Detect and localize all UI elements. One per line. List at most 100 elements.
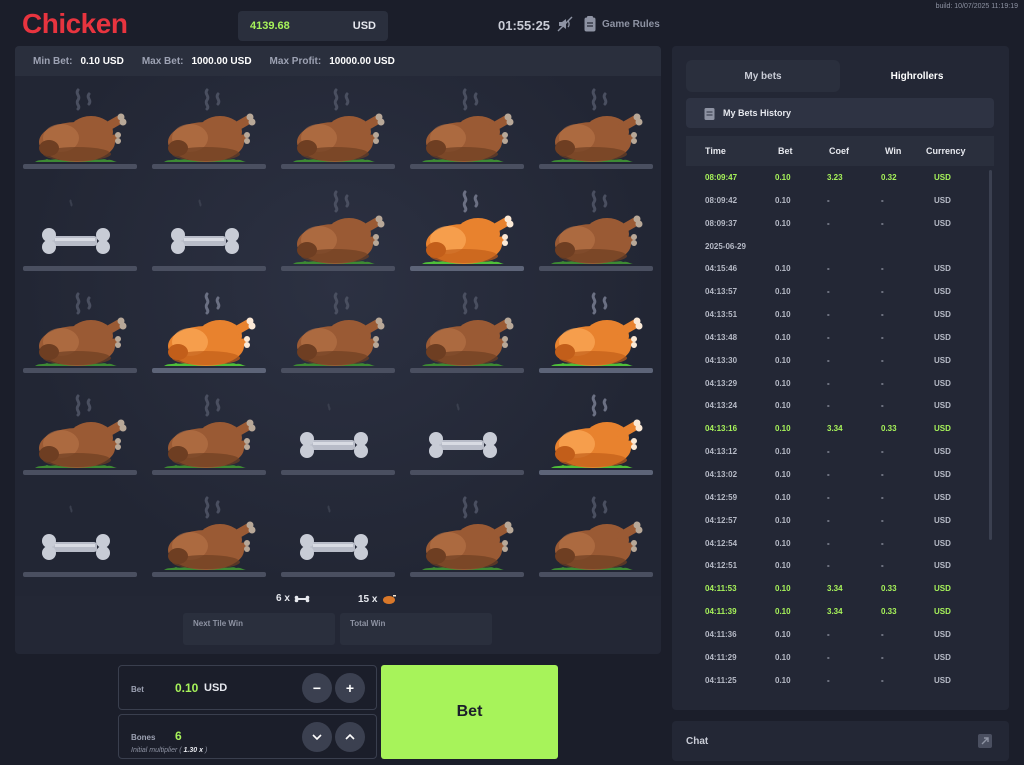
tile-chicken[interactable] — [21, 384, 139, 484]
tile-bone[interactable] — [279, 384, 397, 484]
history-table-body: 08:09:47 0.10 3.23 0.32 USD 08:09:42 0.10 - - USD… — [686, 166, 994, 691]
bone-icon — [23, 505, 137, 577]
cell-bet: 0.10 — [775, 492, 791, 502]
cell-time: 08:09:37 — [705, 218, 738, 228]
cell-win: - — [881, 675, 884, 685]
rules-icon — [584, 16, 596, 32]
tile-chicken[interactable] — [408, 486, 526, 586]
chevron-up-icon — [345, 734, 355, 740]
bet-button[interactable]: Bet — [381, 665, 558, 759]
tile-chicken[interactable] — [21, 78, 139, 178]
bets-history-header: My Bets History — [686, 98, 994, 128]
history-table-header: Time Bet Coef Win Currency — [686, 136, 994, 166]
decrease-bones-button[interactable] — [302, 722, 332, 752]
bones-value[interactable]: 6 — [175, 729, 182, 743]
decrease-bet-button[interactable]: − — [302, 673, 332, 703]
game-panel: Min Bet: 0.10 USD Max Bet: 1000.00 USD Max… — [15, 46, 661, 654]
cell-time: 04:11:25 — [705, 675, 737, 685]
cell-bet: 0.10 — [775, 515, 791, 525]
bet-currency: USD — [204, 682, 228, 694]
chicken-icon — [152, 88, 266, 169]
cell-win: 0.33 — [881, 584, 897, 594]
bone-icon — [281, 505, 395, 577]
history-row: 04:13:02 0.10 - - USD — [686, 463, 994, 486]
tile-bone[interactable] — [150, 180, 268, 280]
bone-icon — [410, 403, 524, 475]
tile-bone[interactable] — [21, 180, 139, 280]
cell-coef: - — [827, 675, 830, 685]
history-row: 04:13:30 0.10 - - USD — [686, 349, 994, 372]
tab-my-bets[interactable]: My bets — [686, 60, 840, 92]
bone-icon — [23, 199, 137, 271]
cell-bet: 0.10 — [775, 310, 791, 320]
tile-chicken[interactable] — [537, 78, 655, 178]
max-bet: Max Bet: 1000.00 USD — [141, 55, 252, 67]
cell-coef: 3.34 — [827, 584, 843, 594]
history-row: 04:13:24 0.10 - - USD — [686, 394, 994, 417]
cell-cur: USD — [934, 561, 951, 571]
cell-bet: 0.10 — [775, 584, 791, 594]
cell-time: 04:13:24 — [705, 401, 738, 411]
cell-bet: 0.10 — [775, 264, 791, 274]
tab-highrollers[interactable]: Highrollers — [840, 60, 994, 92]
sound-muted-icon[interactable] — [557, 16, 573, 32]
tile-chicken[interactable] — [279, 282, 397, 382]
cell-cur: USD — [934, 629, 951, 639]
game-rules-button[interactable]: Game Rules — [584, 16, 660, 32]
bets-history-title: My Bets History — [723, 108, 792, 118]
history-row: 04:11:25 0.10 - - USD — [686, 669, 994, 692]
bones-label: Bones — [131, 733, 156, 742]
bones-control: Bones 6 Initial multiplier ( 1.30 x ) — [118, 714, 377, 759]
tile-bone[interactable] — [21, 486, 139, 586]
tile-chicken[interactable] — [150, 486, 268, 586]
balance-currency: USD — [352, 20, 376, 32]
cell-cur: USD — [934, 332, 951, 342]
tile-chicken[interactable] — [150, 78, 268, 178]
bone-icon — [152, 199, 266, 271]
cell-bet: 0.10 — [775, 218, 791, 228]
tile-chicken-revealed[interactable] — [408, 180, 526, 280]
tile-chicken-revealed[interactable] — [537, 384, 655, 484]
tile-chicken-revealed[interactable] — [150, 282, 268, 382]
total-win: Total Win — [340, 613, 492, 645]
tile-bone[interactable] — [279, 486, 397, 586]
history-row: 08:09:42 0.10 - - USD — [686, 189, 994, 212]
tile-chicken[interactable] — [537, 180, 655, 280]
cell-bet: 0.10 — [775, 332, 791, 342]
cell-time: 04:12:54 — [705, 538, 738, 548]
initial-multiplier: Initial multiplier ( 1.30 x ) — [131, 747, 208, 754]
cell-win: - — [881, 264, 884, 274]
cell-win: - — [881, 378, 884, 388]
tile-chicken-revealed[interactable] — [537, 282, 655, 382]
tile-chicken[interactable] — [408, 282, 526, 382]
cell-win: 0.32 — [881, 173, 897, 182]
cell-coef: 3.34 — [827, 607, 843, 617]
chicken-icon — [23, 394, 137, 475]
history-row: 04:13:48 0.10 - - USD — [686, 326, 994, 349]
increase-bones-button[interactable] — [335, 722, 365, 752]
history-row: 04:13:16 0.10 3.34 0.33 USD — [686, 417, 994, 440]
cell-coef: - — [827, 264, 830, 274]
game-board — [15, 76, 661, 596]
tile-chicken[interactable] — [537, 486, 655, 586]
cell-bet: 0.10 — [775, 173, 791, 182]
cell-cur: USD — [934, 675, 951, 685]
history-scrollbar[interactable] — [989, 170, 992, 540]
tile-chicken[interactable] — [279, 180, 397, 280]
tile-chicken[interactable] — [150, 384, 268, 484]
expand-chat-icon[interactable] — [977, 733, 993, 749]
increase-bet-button[interactable]: + — [335, 673, 365, 703]
tile-chicken[interactable] — [21, 282, 139, 382]
cell-win: - — [881, 310, 884, 320]
tile-bone[interactable] — [408, 384, 526, 484]
history-icon — [704, 107, 715, 120]
cell-cur: USD — [934, 424, 951, 434]
cell-coef: - — [827, 538, 830, 548]
cell-win: 0.33 — [881, 424, 897, 434]
history-row: 04:12:59 0.10 - - USD — [686, 486, 994, 509]
bet-amount-value[interactable]: 0.10 — [175, 681, 198, 695]
cell-time: 04:13:12 — [705, 447, 738, 457]
tile-chicken[interactable] — [279, 78, 397, 178]
tile-chicken[interactable] — [408, 78, 526, 178]
chat-bar[interactable]: Chat — [672, 721, 1009, 761]
